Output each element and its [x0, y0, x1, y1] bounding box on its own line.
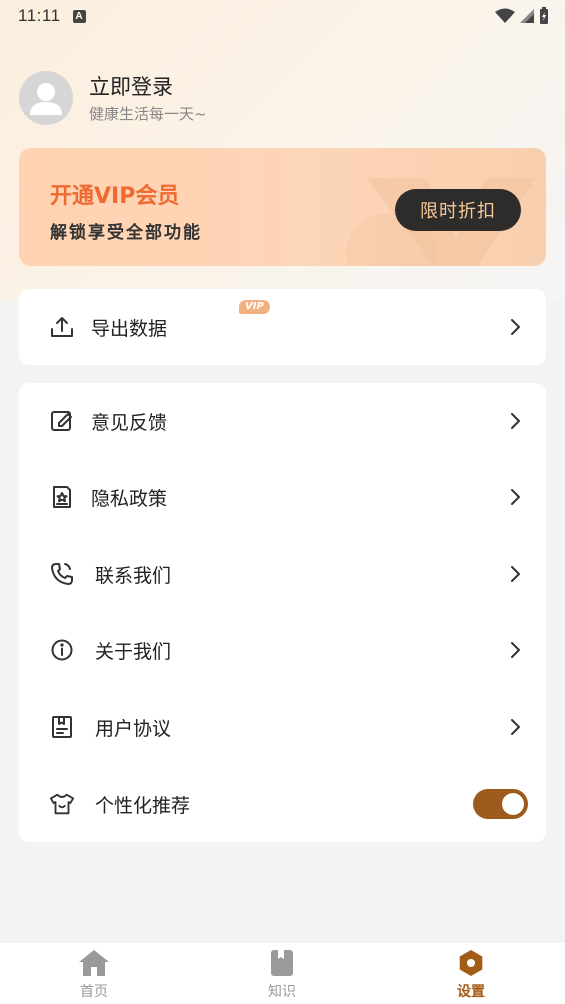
menu-item-personalized-recommendation: 个性化推荐: [19, 766, 546, 842]
tab-home[interactable]: 首页: [54, 949, 134, 1001]
avatar[interactable]: [19, 71, 73, 125]
toggle-knob: [502, 793, 524, 815]
login-title[interactable]: 立即登录: [89, 73, 207, 101]
menu-item-export-data[interactable]: 导出数据 VIP: [19, 289, 546, 365]
agreement-icon: [49, 714, 75, 740]
export-card: 导出数据 VIP: [19, 289, 546, 365]
tab-settings[interactable]: 设置: [431, 949, 511, 1001]
wifi-icon: [495, 8, 515, 23]
menu-item-feedback[interactable]: 意见反馈: [19, 383, 546, 459]
login-subtitle: 健康生活每一天~: [89, 104, 207, 123]
tab-label: 首页: [80, 984, 108, 1000]
home-icon: [79, 950, 109, 976]
document-icon: [49, 484, 75, 510]
tab-label: 设置: [457, 984, 485, 1000]
menu-item-label: 导出数据 VIP: [91, 299, 270, 341]
tab-label: 知识: [268, 984, 296, 1000]
vip-subtitle: 解锁享受全部功能: [50, 223, 202, 243]
menu-item-about-us[interactable]: 关于我们: [19, 612, 546, 688]
menu-item-privacy-policy[interactable]: 隐私政策: [19, 459, 546, 535]
notification-badge: A: [72, 9, 86, 23]
battery-icon: [540, 7, 548, 24]
menu-item-label: 联系我们: [95, 564, 172, 587]
chevron-right-icon: [511, 642, 520, 658]
profile-section[interactable]: 立即登录 健康生活每一天~: [19, 71, 207, 125]
status-icons: [495, 7, 549, 25]
vip-discount-button[interactable]: 限时折扣: [395, 189, 521, 231]
vip-title: 开通VIP会员: [50, 184, 180, 209]
vip-tag-badge: VIP: [239, 299, 270, 314]
info-icon: [49, 637, 75, 663]
chevron-right-icon: [511, 489, 520, 505]
menu-item-user-agreement[interactable]: 用户协议: [19, 689, 546, 765]
chevron-right-icon: [511, 319, 520, 335]
menu-item-contact-us[interactable]: 联系我们: [19, 536, 546, 612]
book-icon: [271, 950, 293, 976]
user-icon: [30, 83, 62, 115]
shirt-icon: [49, 791, 75, 817]
menu-item-label: 个性化推荐: [95, 794, 191, 817]
edit-icon: [49, 408, 75, 434]
chevron-right-icon: [511, 566, 520, 582]
menu-item-label: 隐私政策: [91, 487, 168, 510]
upload-icon: [49, 314, 75, 340]
status-time: 11:11: [18, 6, 61, 25]
phone-icon: [49, 561, 75, 587]
status-bar: 11:11 A: [0, 0, 565, 32]
personalized-recommendation-toggle[interactable]: [473, 789, 528, 819]
menu-item-label: 用户协议: [95, 717, 172, 740]
menu-item-label: 意见反馈: [91, 411, 168, 434]
vip-banner[interactable]: 开通VIP会员 解锁享受全部功能 限时折扣: [19, 148, 546, 266]
settings-card: 意见反馈 隐私政策 联系我们 关于我们 用户协议 个性化推荐: [19, 383, 546, 842]
bottom-tab-bar: 首页 知识 设置: [0, 943, 565, 1004]
settings-icon: [459, 950, 483, 976]
tab-knowledge[interactable]: 知识: [242, 949, 322, 1001]
cellular-icon: [520, 9, 534, 23]
chevron-right-icon: [511, 413, 520, 429]
chevron-right-icon: [511, 719, 520, 735]
menu-item-label: 关于我们: [95, 640, 172, 663]
